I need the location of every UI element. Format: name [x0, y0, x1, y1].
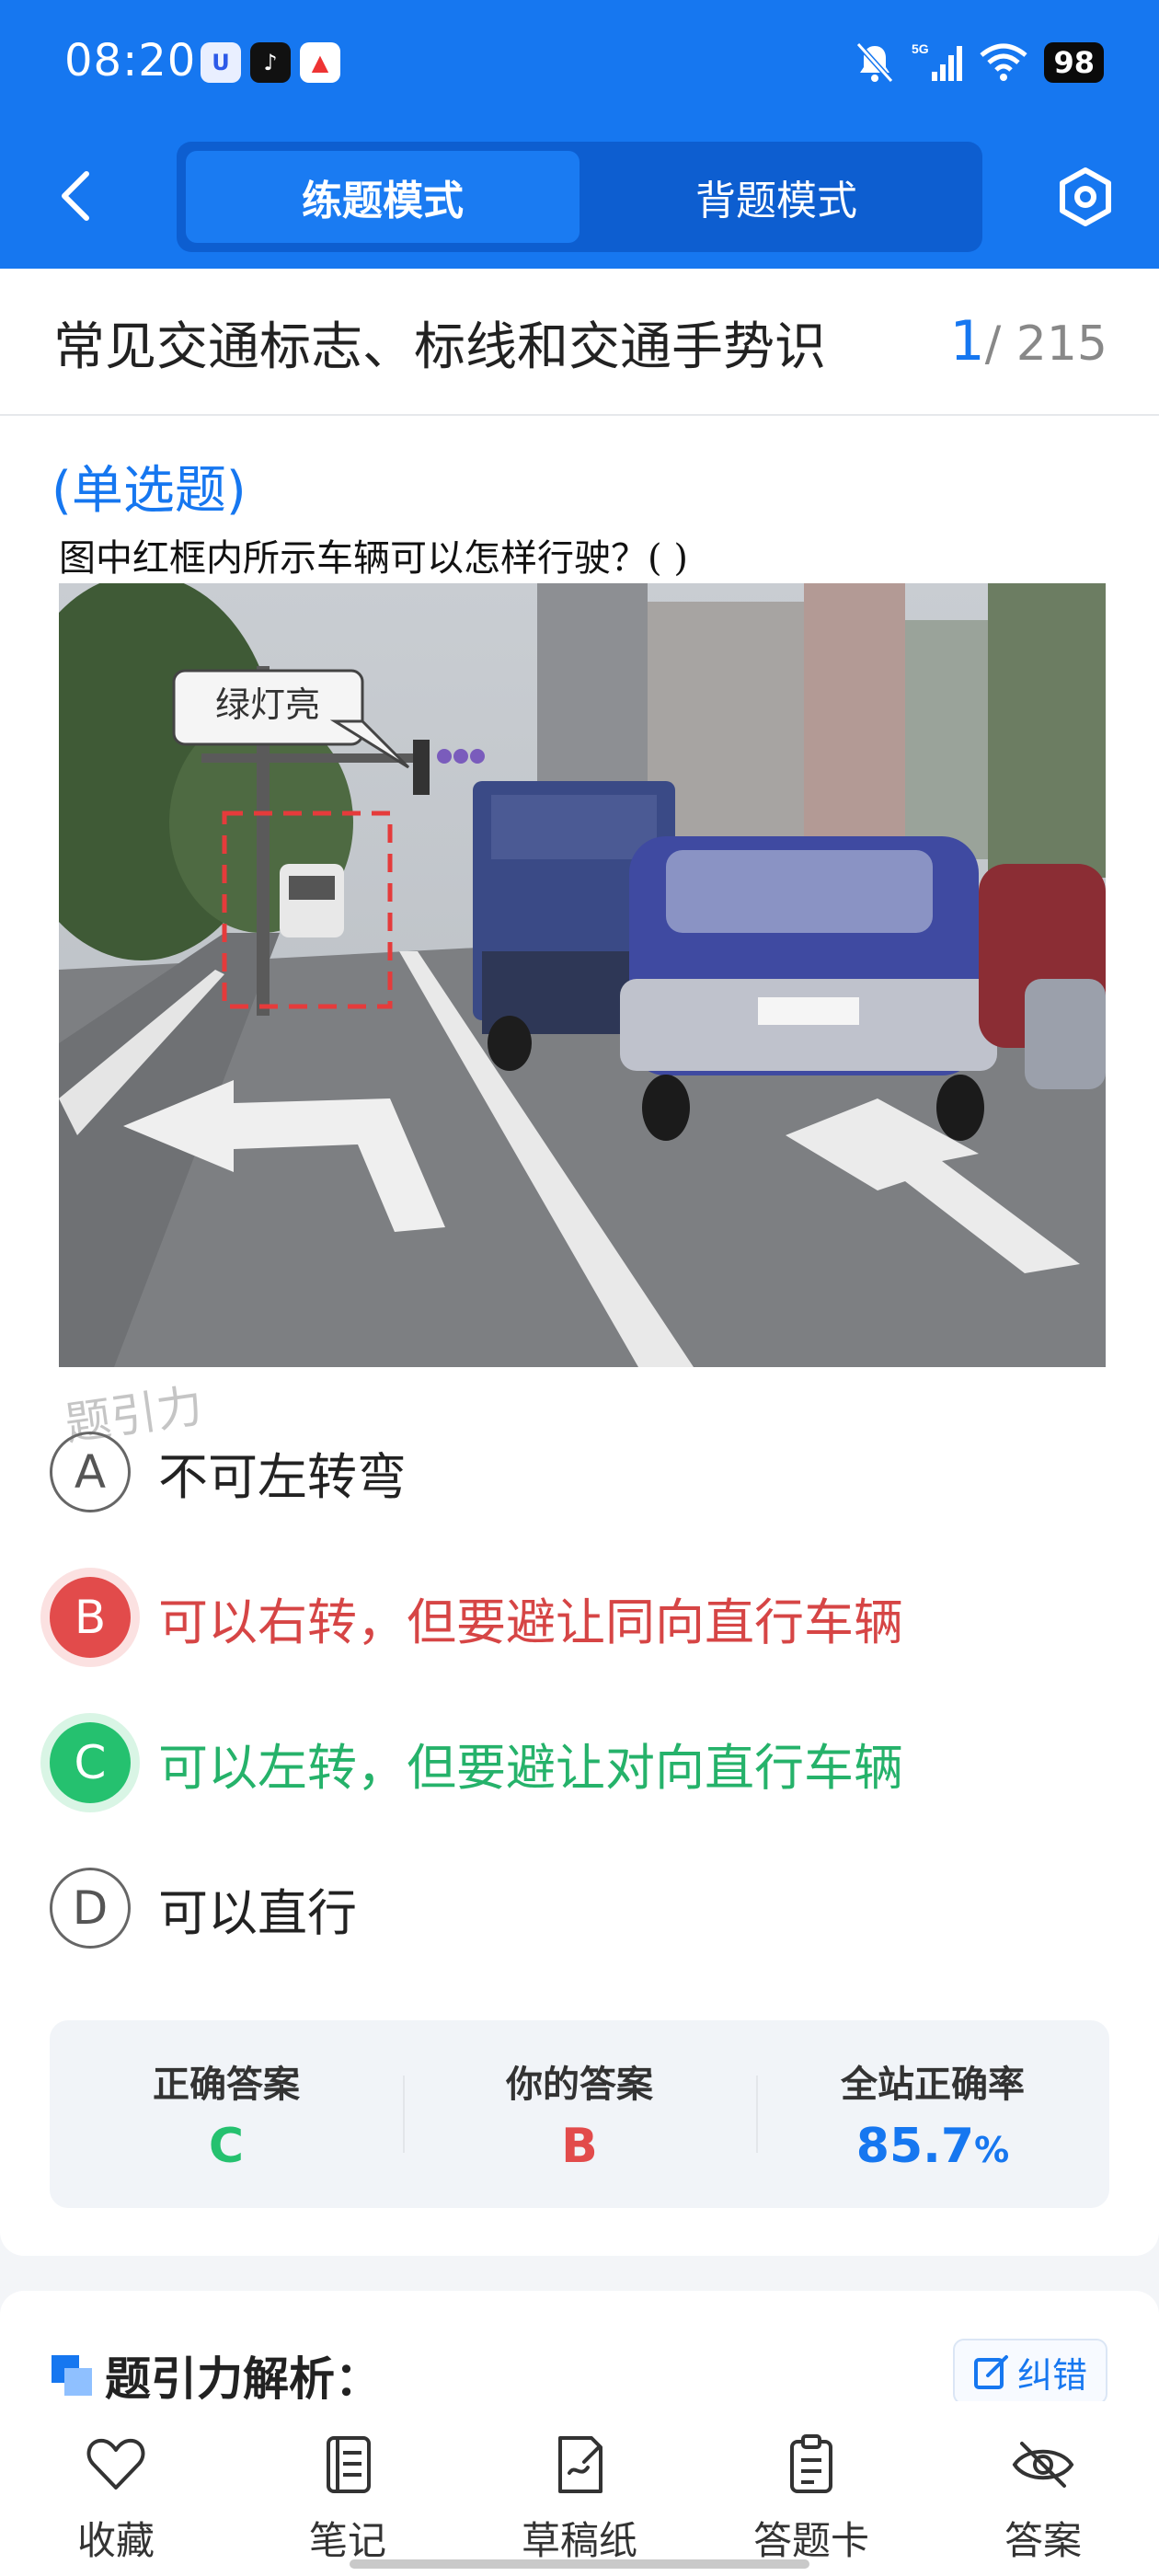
- nav-draft[interactable]: 草稿纸: [464, 2401, 695, 2576]
- edit-icon: [973, 2355, 1008, 2389]
- wifi-icon: [980, 43, 1028, 81]
- stat-your-answer: 你的答案 B: [403, 2020, 756, 2208]
- question-card: 常见交通标志、标线和交通手势识 1/ 215 (单选题) 图中红框内所示车辆可以…: [0, 269, 1159, 2256]
- settings-button[interactable]: [1052, 164, 1119, 230]
- nav-notes-label: 笔记: [308, 2518, 386, 2563]
- accuracy-rate-label: 全站正确率: [841, 2064, 1025, 2106]
- mode-switch: 练题模式 背题模式: [177, 142, 982, 252]
- option-a-text: 不可左转弯: [158, 1447, 407, 1506]
- your-answer-value: B: [561, 2119, 598, 2174]
- answer-stats: 正确答案 C 你的答案 B 全站正确率 85.7%: [50, 2020, 1109, 2208]
- bottom-nav: 收藏 笔记 草稿纸 答题卡 答案: [0, 2401, 1159, 2576]
- status-bar: 08:20 U ♪ ▲ 5G 98: [0, 28, 1159, 101]
- option-d-text: 可以直行: [158, 1883, 357, 1942]
- back-button[interactable]: [46, 164, 105, 228]
- report-error-label: 纠错: [1016, 2354, 1087, 2396]
- u-app-icon: U: [201, 42, 241, 83]
- image-callout: 绿灯亮: [215, 684, 320, 725]
- question-type: (单选题): [52, 461, 247, 521]
- option-c[interactable]: C 可以左转，但要避让对向直行车辆: [50, 1717, 1117, 1809]
- analysis-header: 题引力解析：: [52, 2342, 381, 2409]
- tiktok-icon: ♪: [250, 42, 291, 83]
- signal-icon: 5G: [912, 41, 963, 81]
- option-d[interactable]: D 可以直行: [50, 1862, 1117, 1954]
- analysis-square-icon: [52, 2355, 92, 2396]
- answer-card-icon: [790, 2434, 832, 2493]
- stat-accuracy-rate: 全站正确率 85.7%: [756, 2020, 1109, 2208]
- bell-off-icon: [856, 41, 894, 84]
- nav-bar: 练题模式 背题模式: [0, 138, 1159, 254]
- network-label: 5G: [912, 41, 929, 56]
- draft-icon: [558, 2436, 602, 2493]
- status-time: 08:20: [64, 35, 197, 86]
- chapter-title: 常见交通标志、标线和交通手势识: [53, 317, 826, 377]
- nav-notes[interactable]: 笔记: [232, 2401, 464, 2576]
- home-indicator[interactable]: [350, 2559, 809, 2569]
- status-icons: 5G 98: [855, 40, 1104, 85]
- accuracy-rate-number: 85.7: [855, 2119, 975, 2174]
- nav-answer-card-label: 答题卡: [752, 2518, 869, 2563]
- heart-icon: [86, 2438, 145, 2490]
- battery-indicator: 98: [1044, 42, 1104, 83]
- top-bar: 08:20 U ♪ ▲ 5G 98 练题模式 背题模式: [0, 0, 1159, 269]
- nav-draft-label: 草稿纸: [521, 2518, 637, 2563]
- chapter-header: 常见交通标志、标线和交通手势识 1/ 215: [0, 269, 1159, 416]
- analysis-title: 题引力解析：: [105, 2352, 381, 2406]
- tab-memorize-mode[interactable]: 背题模式: [580, 151, 973, 243]
- correct-answer-value: C: [208, 2119, 245, 2174]
- option-a-letter: A: [50, 1432, 131, 1512]
- stat-correct-answer: 正确答案 C: [50, 2020, 403, 2208]
- settings-icon: [1060, 167, 1111, 226]
- option-b-text: 可以右转，但要避让同向直行车辆: [158, 1593, 903, 1651]
- nav-favorite[interactable]: 收藏: [0, 2401, 232, 2576]
- road-scene-image: 绿灯亮: [59, 583, 1106, 1367]
- option-a[interactable]: A 不可左转弯: [50, 1426, 1117, 1518]
- nav-answer-label: 答案: [1004, 2518, 1082, 2563]
- nav-answer-card[interactable]: 答题卡: [695, 2401, 927, 2576]
- option-d-letter: D: [50, 1868, 131, 1949]
- accuracy-rate-unit: %: [974, 2130, 1010, 2170]
- chevron-left-icon: [62, 171, 89, 221]
- a-app-icon: ▲: [300, 42, 340, 83]
- question-text: 图中红框内所示车辆可以怎样行驶？( ): [59, 537, 688, 580]
- option-c-text: 可以左转，但要避让对向直行车辆: [158, 1738, 903, 1797]
- total-count: / 215: [984, 316, 1107, 372]
- your-answer-label: 你的答案: [506, 2064, 653, 2106]
- report-error-button[interactable]: 纠错: [952, 2339, 1107, 2405]
- option-b-letter: B: [50, 1577, 131, 1658]
- accuracy-rate-value: 85.7%: [856, 2119, 1009, 2174]
- correct-answer-label: 正确答案: [153, 2064, 300, 2106]
- nav-favorite-label: 收藏: [76, 2518, 155, 2563]
- tab-practice-mode[interactable]: 练题模式: [186, 151, 580, 243]
- question-image[interactable]: 绿灯亮: [59, 583, 1106, 1367]
- option-c-letter: C: [50, 1722, 131, 1803]
- option-b[interactable]: B 可以右转，但要避让同向直行车辆: [50, 1571, 1117, 1663]
- eye-off-icon: [1012, 2442, 1074, 2488]
- notebook-icon: [327, 2436, 371, 2493]
- current-index: 1: [949, 309, 985, 374]
- nav-answer[interactable]: 答案: [927, 2401, 1159, 2576]
- question-counter: 1/ 215: [950, 309, 1108, 374]
